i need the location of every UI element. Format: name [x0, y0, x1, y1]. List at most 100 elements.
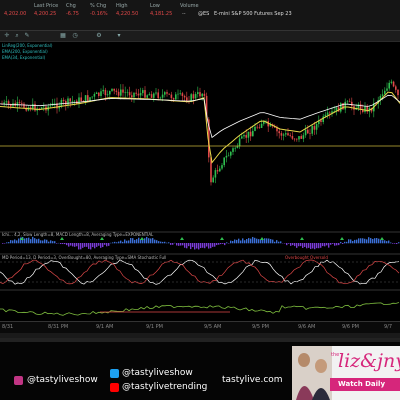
macd-histogram-bar [102, 243, 104, 248]
candle-body [54, 103, 56, 104]
macd-histogram-bar [114, 241, 116, 244]
candle-body [181, 93, 184, 97]
style-icon[interactable]: ▾ [116, 33, 122, 39]
macd-histogram-bar [236, 239, 238, 244]
candle-body [159, 97, 162, 99]
macd-histogram-bar [10, 240, 12, 244]
macd-histogram-bar [230, 240, 232, 244]
candle-body [296, 138, 298, 140]
candle-body [227, 155, 230, 157]
crosshair-icon[interactable]: ✛ [4, 33, 10, 39]
macd-histogram-bar [182, 243, 184, 246]
price-chart-area[interactable]: LinReg(200, Exponential) EMA(200, Expone… [0, 42, 400, 332]
macd-histogram-bar [108, 243, 110, 246]
candle-body [384, 90, 386, 95]
macd-histogram-bar [266, 238, 268, 244]
candle-body [260, 123, 263, 128]
macd-histogram-bar [72, 243, 74, 247]
candle-body [199, 92, 201, 97]
macd-histogram-bar [346, 241, 348, 244]
twitter-handle[interactable]: @tastyliveshow [122, 368, 193, 378]
candle-body [111, 88, 113, 91]
legend-line-2: EMA(34, Exponential) [2, 55, 46, 60]
candle-body [192, 94, 195, 99]
time-tick: 9/5 PM [252, 324, 269, 330]
candle-body [282, 134, 285, 136]
macd-histogram-bar [232, 241, 234, 244]
macd-histogram-bar [308, 243, 310, 248]
trading-platform-window: 4,202.00 Last Price 4,200.25 Chg -6.75 %… [0, 0, 400, 338]
candle-body [122, 89, 124, 93]
header-value-6: -- [182, 11, 186, 17]
candle-body [155, 92, 157, 94]
instagram-handle[interactable]: @tastyliveshow [27, 375, 98, 385]
macd-histogram-bar [274, 241, 276, 244]
macd-histogram-bar [248, 238, 250, 244]
macd-histogram-bar [86, 243, 88, 247]
macd-histogram-bar [84, 243, 86, 247]
macd-histogram-bar [334, 243, 336, 246]
candle-body [386, 88, 388, 91]
candle-body [234, 147, 236, 149]
macd-histogram-bar [18, 238, 20, 244]
macd-histogram-bar [180, 243, 182, 246]
macd-histogram-bar [94, 243, 96, 249]
candle-body [232, 148, 234, 152]
zoom-icon[interactable]: ⌕ [14, 33, 20, 39]
candle-body [302, 135, 305, 139]
settings-icon[interactable]: ⚙ [96, 33, 102, 39]
macd-histogram-bar [212, 243, 214, 247]
macd-histogram-bar [124, 239, 126, 244]
macd-histogram-bar [192, 243, 194, 248]
macd-histogram-bar [38, 238, 40, 244]
quote-header: 4,202.00 Last Price 4,200.25 Chg -6.75 %… [0, 0, 400, 31]
candle-body [216, 170, 219, 172]
macd-histogram-bar [96, 243, 98, 247]
candle-body [203, 93, 206, 96]
macd-histogram-bar [370, 238, 372, 244]
header-value-4: 4,220.50 [116, 11, 139, 17]
macd-histogram-bar [270, 239, 272, 244]
candle-body [395, 86, 397, 90]
macd-histogram-bar [338, 243, 340, 246]
candle-body [333, 110, 335, 112]
time-tick: 9/7 [384, 324, 393, 330]
macd-histogram-bar [358, 238, 360, 244]
macd-histogram-bar [194, 243, 196, 250]
candle-body [304, 129, 307, 136]
show-promo-banner[interactable]: the liz&jny Watch Daily [292, 346, 400, 400]
time-tick: 9/5 AM [204, 324, 222, 330]
macd-histogram-bar [320, 243, 322, 248]
candle-body [197, 92, 199, 94]
candle-body [69, 98, 71, 102]
candle-body [245, 135, 247, 138]
youtube-handle[interactable]: @tastylivetrending [122, 382, 207, 392]
candle-body [115, 90, 118, 92]
macd-histogram-bar [78, 243, 80, 250]
candle-body [221, 165, 223, 169]
grid-icon[interactable]: ▦ [60, 33, 66, 39]
macd-histogram-bar [50, 240, 52, 244]
candle-body [247, 131, 250, 138]
macd-histogram-bar [48, 241, 50, 244]
candle-body [291, 136, 294, 139]
macd-histogram-bar [354, 239, 356, 244]
symbol-label[interactable]: @ES [198, 11, 209, 17]
candle-body [309, 133, 311, 134]
candle-body [16, 102, 19, 107]
macd-histogram-bar [202, 243, 204, 248]
draw-icon[interactable]: ✎ [24, 33, 30, 39]
candle-body [243, 135, 245, 137]
candle-body [326, 112, 329, 115]
website-link[interactable]: tastylive.com [222, 375, 283, 385]
macd-histogram-bar [396, 243, 398, 245]
macd-histogram-bar [238, 238, 240, 244]
macd-histogram-bar [296, 243, 298, 248]
chart-canvas[interactable] [0, 42, 400, 332]
signal-arrow-up [60, 237, 64, 240]
macd-histogram-bar [268, 238, 270, 244]
clock-icon[interactable]: ◷ [72, 33, 78, 39]
candle-body [348, 101, 351, 103]
macd-histogram-bar [190, 243, 192, 250]
candle-body [139, 93, 142, 96]
